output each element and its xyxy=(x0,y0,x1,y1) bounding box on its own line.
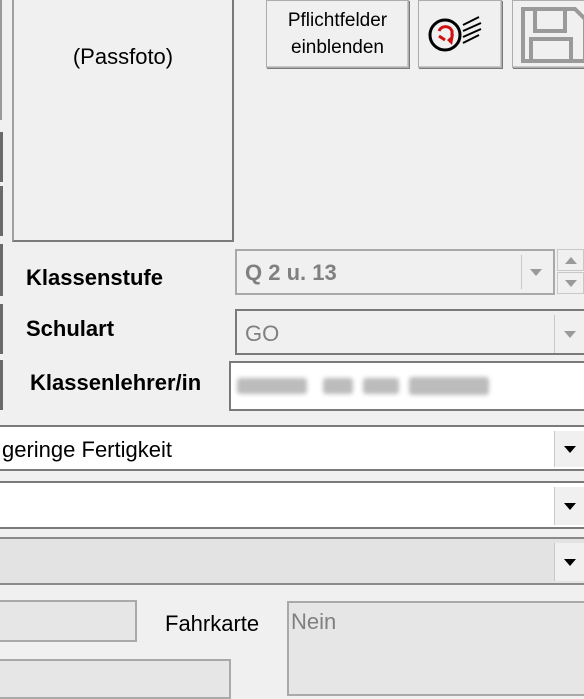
chevron-up-icon xyxy=(565,257,577,264)
klassenlehrer-label: Klassenlehrer/in xyxy=(30,370,202,395)
klassenstufe-label: Klassenstufe xyxy=(26,265,163,290)
show-required-fields-label-line1: Pflichtfelder xyxy=(287,10,388,31)
fertigkeit-select[interactable]: geringe Fertigkeit xyxy=(0,425,584,471)
klassenstufe-spinner-down[interactable] xyxy=(557,272,584,294)
chevron-down-icon xyxy=(564,503,576,510)
klassenlehrer-input[interactable] xyxy=(229,361,584,411)
left-edge-bar xyxy=(0,304,3,354)
fahrkarte-field[interactable]: Nein xyxy=(287,601,584,696)
empty-select-dropdown-button[interactable] xyxy=(554,487,584,525)
chevron-down-icon xyxy=(565,280,577,287)
chevron-down-icon xyxy=(530,269,542,276)
left-edge-bar xyxy=(0,186,3,236)
left-edge-bar xyxy=(0,132,3,182)
klassenstufe-value: Q 2 u. 13 xyxy=(245,260,337,285)
fahrkarte-value: Nein xyxy=(291,609,337,634)
disabled-select-dropdown-button[interactable] xyxy=(554,543,584,581)
fertigkeit-dropdown-button[interactable] xyxy=(554,431,584,467)
chevron-down-icon xyxy=(564,559,576,566)
schulart-dropdown-button[interactable] xyxy=(554,315,584,353)
chevron-down-icon xyxy=(564,331,576,338)
schulart-select[interactable]: GO xyxy=(235,309,584,355)
klassenstufe-select[interactable]: Q 2 u. 13 xyxy=(235,249,555,295)
passport-photo-label: (Passfoto) xyxy=(72,44,174,69)
fertigkeit-value: geringe Fertigkeit xyxy=(2,437,172,462)
redacted-name xyxy=(237,375,497,401)
klassenstufe-spinner-up[interactable] xyxy=(557,249,584,271)
schulart-label: Schulart xyxy=(26,316,115,341)
left-edge-bar xyxy=(0,360,3,410)
fahrkarte-label: Fahrkarte xyxy=(165,611,260,636)
passport-photo-frame[interactable]: (Passfoto) xyxy=(12,0,234,242)
left-edge-bar xyxy=(0,244,3,296)
undo-button[interactable] xyxy=(418,0,502,68)
save-button[interactable] xyxy=(512,0,584,68)
small-disabled-field[interactable] xyxy=(0,600,137,642)
empty-select[interactable] xyxy=(0,481,584,529)
bottom-disabled-field[interactable] xyxy=(0,659,231,699)
chevron-down-icon xyxy=(564,446,576,453)
schulart-value: GO xyxy=(245,321,280,346)
disabled-select[interactable] xyxy=(0,537,584,585)
show-required-fields-label-line2: einblenden xyxy=(291,37,384,58)
klassenstufe-dropdown-button[interactable] xyxy=(521,255,549,289)
return-arrow-icon xyxy=(428,16,482,52)
left-edge-bar xyxy=(0,0,2,120)
save-disk-icon xyxy=(521,7,584,63)
show-required-fields-button[interactable]: Pflichtfelder einblenden xyxy=(266,0,409,68)
